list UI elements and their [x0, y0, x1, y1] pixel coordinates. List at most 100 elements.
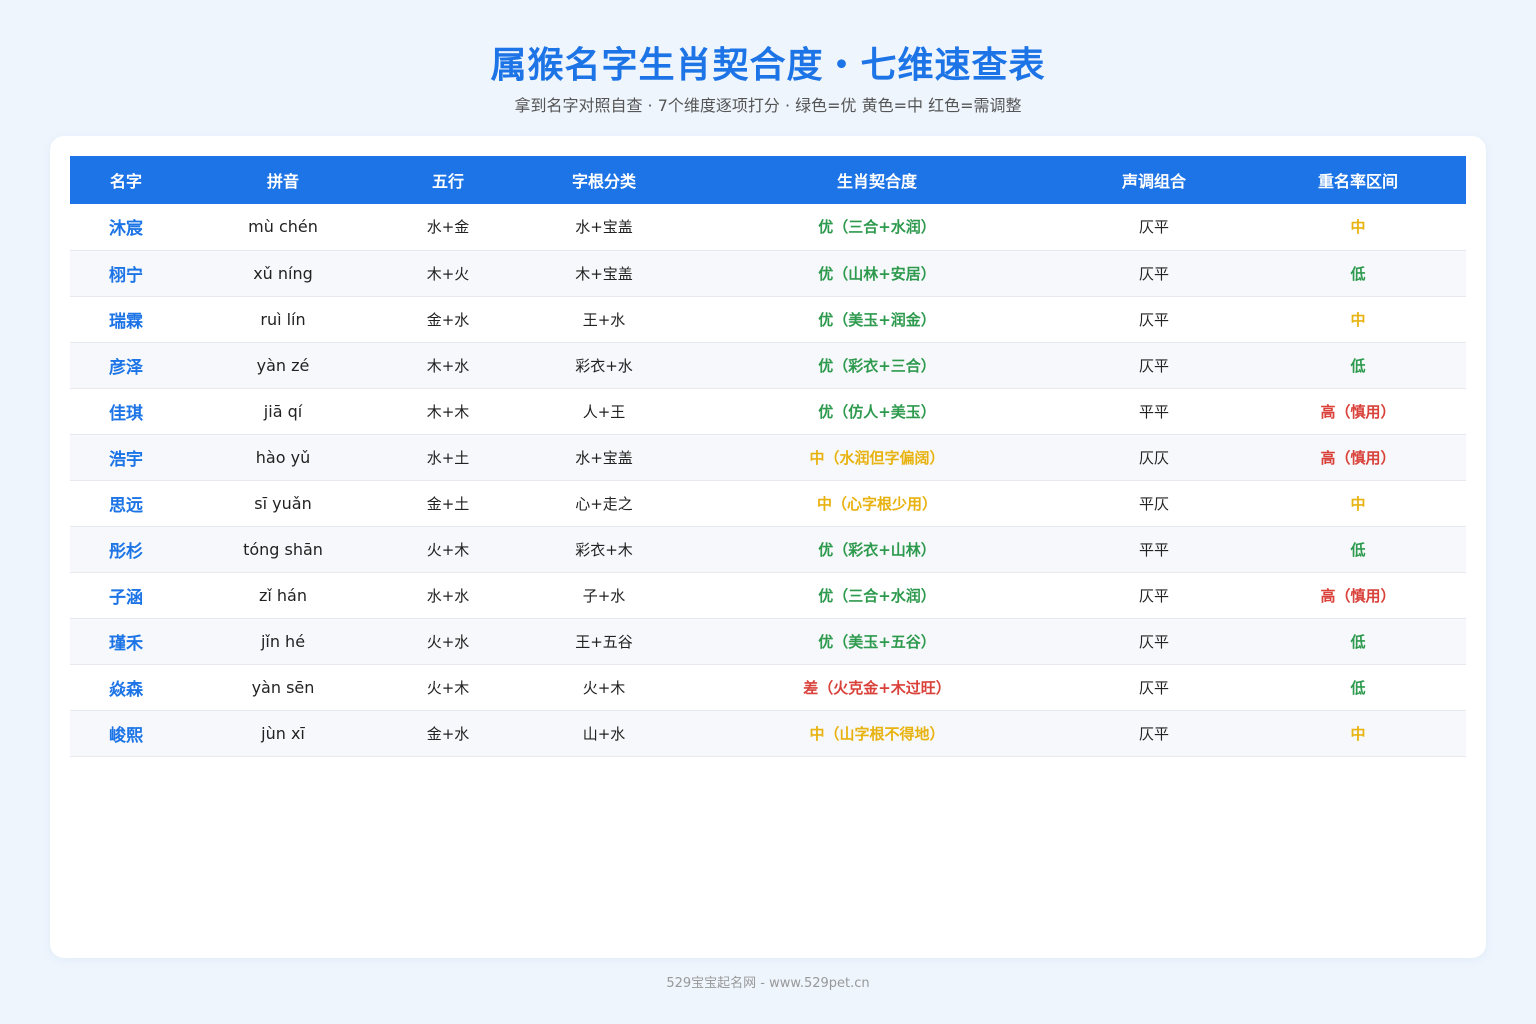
cell-tone: 仄平: [1138, 724, 1169, 743]
cell-name: 瑾禾: [109, 633, 143, 654]
cell-wuxing: 金+水: [426, 310, 470, 329]
cell-pinyin: sī yuǎn: [254, 493, 312, 513]
cell-wuxing: 水+水: [426, 586, 470, 605]
table-row: 彦泽 yàn zé 木+水 彩衣+水 优（彩衣+三合） 仄平 低: [70, 342, 1466, 388]
cell-fit: 中（山字根不得地）: [809, 724, 945, 743]
cell-zigen: 人+王: [582, 402, 626, 421]
cell-wuxing: 金+水: [426, 724, 470, 743]
cell-name: 子涵: [109, 587, 143, 608]
cell-fit: 优（彩衣+三合）: [818, 356, 936, 375]
cell-pinyin: yàn sēn: [251, 677, 315, 697]
cell-wuxing: 金+土: [426, 494, 470, 513]
table-row: 沐宸 mù chén 水+金 水+宝盖 优（三合+水润） 仄平 中: [70, 204, 1466, 250]
cell-name: 沐宸: [109, 219, 143, 240]
cell-zigen: 山+水: [582, 724, 626, 743]
cell-fit: 优（三合+水润）: [818, 586, 936, 605]
cell-tone: 仄平: [1138, 264, 1169, 283]
cell-wuxing: 木+水: [426, 356, 470, 375]
cell-name: 峻熙: [109, 725, 143, 746]
cell-tone: 仄平: [1138, 678, 1169, 697]
cell-fit: 优（仿人+美玉）: [818, 402, 936, 421]
col-header-tone: 声调组合: [1121, 172, 1186, 191]
cell-dup: 高（慎用）: [1320, 448, 1396, 467]
cell-tone: 仄平: [1138, 632, 1169, 651]
col-header-fit: 生肖契合度: [836, 172, 917, 191]
cell-name: 浩宇: [109, 449, 143, 470]
cell-wuxing: 水+金: [426, 218, 470, 237]
table-row: 彤杉 tóng shān 火+木 彩衣+木 优（彩衣+山林） 平平 低: [70, 526, 1466, 572]
cell-name: 栩宁: [109, 265, 143, 286]
table-header: 名字 拼音 五行 字根分类 生肖契合度 声调组合 重名率区间: [70, 156, 1466, 204]
cell-name: 彤杉: [109, 541, 143, 562]
cell-pinyin: xǔ níng: [253, 263, 313, 283]
cell-zigen: 水+宝盖: [575, 218, 633, 237]
table-row: 佳琪 jiā qí 木+木 人+王 优（仿人+美玉） 平平 高（慎用）: [70, 388, 1466, 434]
cell-pinyin: yàn zé: [256, 355, 310, 375]
cell-tone: 仄平: [1138, 586, 1169, 605]
col-header-wuxing: 五行: [431, 172, 464, 191]
cell-wuxing: 火+木: [426, 540, 470, 559]
cell-pinyin: mù chén: [248, 217, 318, 237]
table-row: 浩宇 hào yǔ 水+土 水+宝盖 中（水润但字偏阔） 仄仄 高（慎用）: [70, 434, 1466, 480]
cell-name: 彦泽: [109, 357, 143, 378]
cell-tone: 仄仄: [1138, 448, 1169, 467]
cell-zigen: 子+水: [582, 586, 626, 605]
cell-pinyin: jiā qí: [263, 401, 303, 421]
col-header-zigen: 字根分类: [571, 172, 636, 191]
cell-tone: 平平: [1138, 540, 1169, 559]
cell-fit: 优（美玉+五谷）: [818, 632, 936, 651]
table-row: 栩宁 xǔ níng 木+火 木+宝盖 优（山林+安居） 仄平 低: [70, 250, 1466, 296]
table-row: 峻熙 jùn xī 金+水 山+水 中（山字根不得地） 仄平 中: [70, 710, 1466, 756]
cell-dup: 低: [1350, 356, 1366, 375]
cell-pinyin: tóng shān: [243, 539, 323, 559]
table-row: 子涵 zǐ hán 水+水 子+水 优（三合+水润） 仄平 高（慎用）: [70, 572, 1466, 618]
col-header-pinyin: 拼音: [266, 172, 299, 191]
table-row: 思远 sī yuǎn 金+土 心+走之 中（心字根少用） 平仄 中: [70, 480, 1466, 526]
page-header: 属猴名字生肖契合度・七维速查表 拿到名字对照自查 · 7个维度逐项打分 · 绿色…: [0, 40, 1536, 118]
cell-fit: 中（心字根少用）: [816, 494, 937, 513]
cell-dup: 高（慎用）: [1320, 402, 1396, 421]
cell-wuxing: 水+土: [426, 448, 470, 467]
cell-dup: 中: [1350, 218, 1366, 237]
cell-tone: 平平: [1138, 402, 1169, 421]
cell-pinyin: jǐn hé: [260, 631, 306, 651]
cell-zigen: 水+宝盖: [575, 448, 633, 467]
cell-fit: 优（山林+安居）: [818, 264, 936, 283]
table-row: 瑾禾 jǐn hé 火+水 王+五谷 优（美玉+五谷） 仄平 低: [70, 618, 1466, 664]
cell-dup: 低: [1350, 632, 1366, 651]
cell-fit: 中（水润但字偏阔）: [809, 448, 945, 467]
cell-pinyin: jùn xī: [261, 723, 305, 743]
footer-credit: 529宝宝起名网 - www.529pet.cn: [666, 976, 870, 991]
cell-dup: 中: [1350, 310, 1366, 329]
cell-fit: 差（火克金+木过旺）: [803, 678, 951, 697]
cell-tone: 仄平: [1138, 356, 1169, 375]
page-subtitle: 拿到名字对照自查 · 7个维度逐项打分 · 绿色=优 黄色=中 红色=需调整: [514, 96, 1022, 115]
cell-fit: 优（三合+水润）: [818, 218, 936, 237]
cell-dup: 低: [1350, 540, 1366, 559]
cell-wuxing: 木+木: [426, 402, 470, 421]
cell-dup: 低: [1350, 678, 1366, 697]
cell-zigen: 木+宝盖: [575, 264, 633, 283]
table-body: 沐宸 mù chén 水+金 水+宝盖 优（三合+水润） 仄平中栩宁 xǔ níng 木+火木…: [70, 204, 1466, 756]
cell-wuxing: 木+火: [426, 264, 470, 283]
table-row: 焱森 yàn sēn 火+木 火+木 差（火克金+木过旺） 仄平 低: [70, 664, 1466, 710]
cell-zigen: 王+五谷: [575, 632, 633, 651]
cell-zigen: 王+水: [582, 310, 626, 329]
cell-dup: 低: [1350, 264, 1366, 283]
cell-name: 焱森: [109, 679, 143, 700]
cell-zigen: 彩衣+木: [575, 540, 633, 559]
table-header-row: 名字 拼音 五行 字根分类 生肖契合度 声调组合 重名率区间: [70, 156, 1466, 204]
col-header-dup: 重名率区间: [1317, 172, 1398, 191]
cell-dup: 中: [1350, 724, 1366, 743]
table-row: 瑞霖 ruì lín 金+水 王+水 优（美玉+润金） 仄平 中: [70, 296, 1466, 342]
table-card: 名字 拼音 五行 字根分类 生肖契合度 声调组合 重名率区间 沐宸 mù chén…: [50, 136, 1486, 958]
cell-dup: 高（慎用）: [1320, 586, 1396, 605]
cell-fit: 优（彩衣+山林）: [818, 540, 936, 559]
name-table: 名字 拼音 五行 字根分类 生肖契合度 声调组合 重名率区间 沐宸 mù chén…: [70, 156, 1466, 757]
cell-zigen: 火+木: [582, 678, 626, 697]
cell-name: 佳琪: [109, 403, 143, 424]
cell-tone: 仄平: [1138, 218, 1169, 237]
cell-fit: 优（美玉+润金）: [818, 310, 936, 329]
cell-name: 瑞霖: [109, 311, 143, 332]
cell-dup: 中: [1350, 494, 1366, 513]
